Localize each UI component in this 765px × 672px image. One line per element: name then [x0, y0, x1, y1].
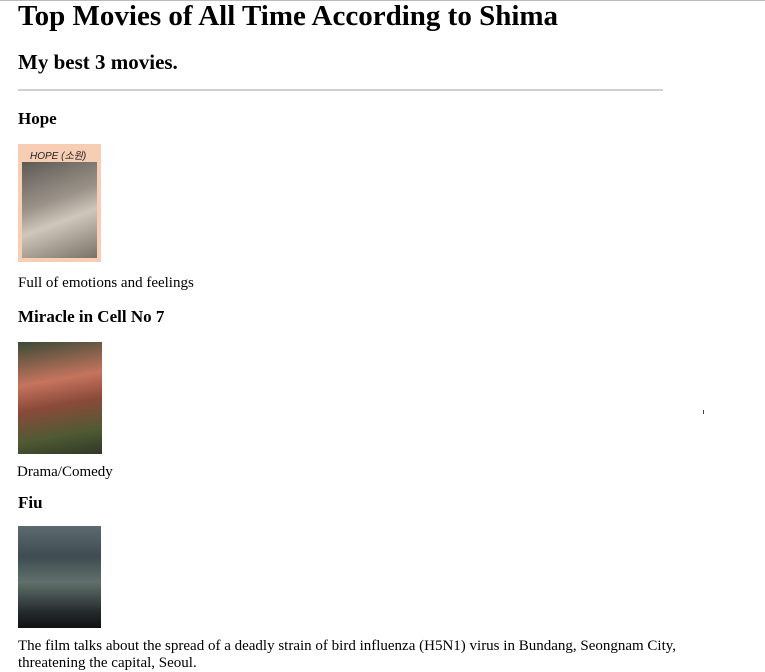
page-title: Top Movies of All Time According to Shim…: [18, 0, 559, 32]
movie-title: Miracle in Cell No 7: [18, 307, 165, 326]
poster-title: HOPE (소원): [30, 151, 87, 162]
movie-poster-fiu: [18, 526, 101, 628]
cursor-mark: [703, 410, 704, 414]
movie-description: The film talks about the spread of a dea…: [18, 638, 677, 671]
movie-poster-miracle-in-cell-no-7: [18, 342, 102, 454]
movie-description: Drama/Comedy: [17, 464, 113, 480]
page-subtitle: My best 3 movies.: [18, 50, 178, 74]
divider: [18, 89, 663, 91]
movie-title: Fiu: [18, 493, 43, 512]
movie-description: Full of emotions and feelings: [18, 275, 194, 291]
poster-image: [22, 162, 97, 258]
movie-title: Hope: [18, 109, 57, 128]
movie-poster-hope: HOPE (소원): [18, 144, 101, 262]
